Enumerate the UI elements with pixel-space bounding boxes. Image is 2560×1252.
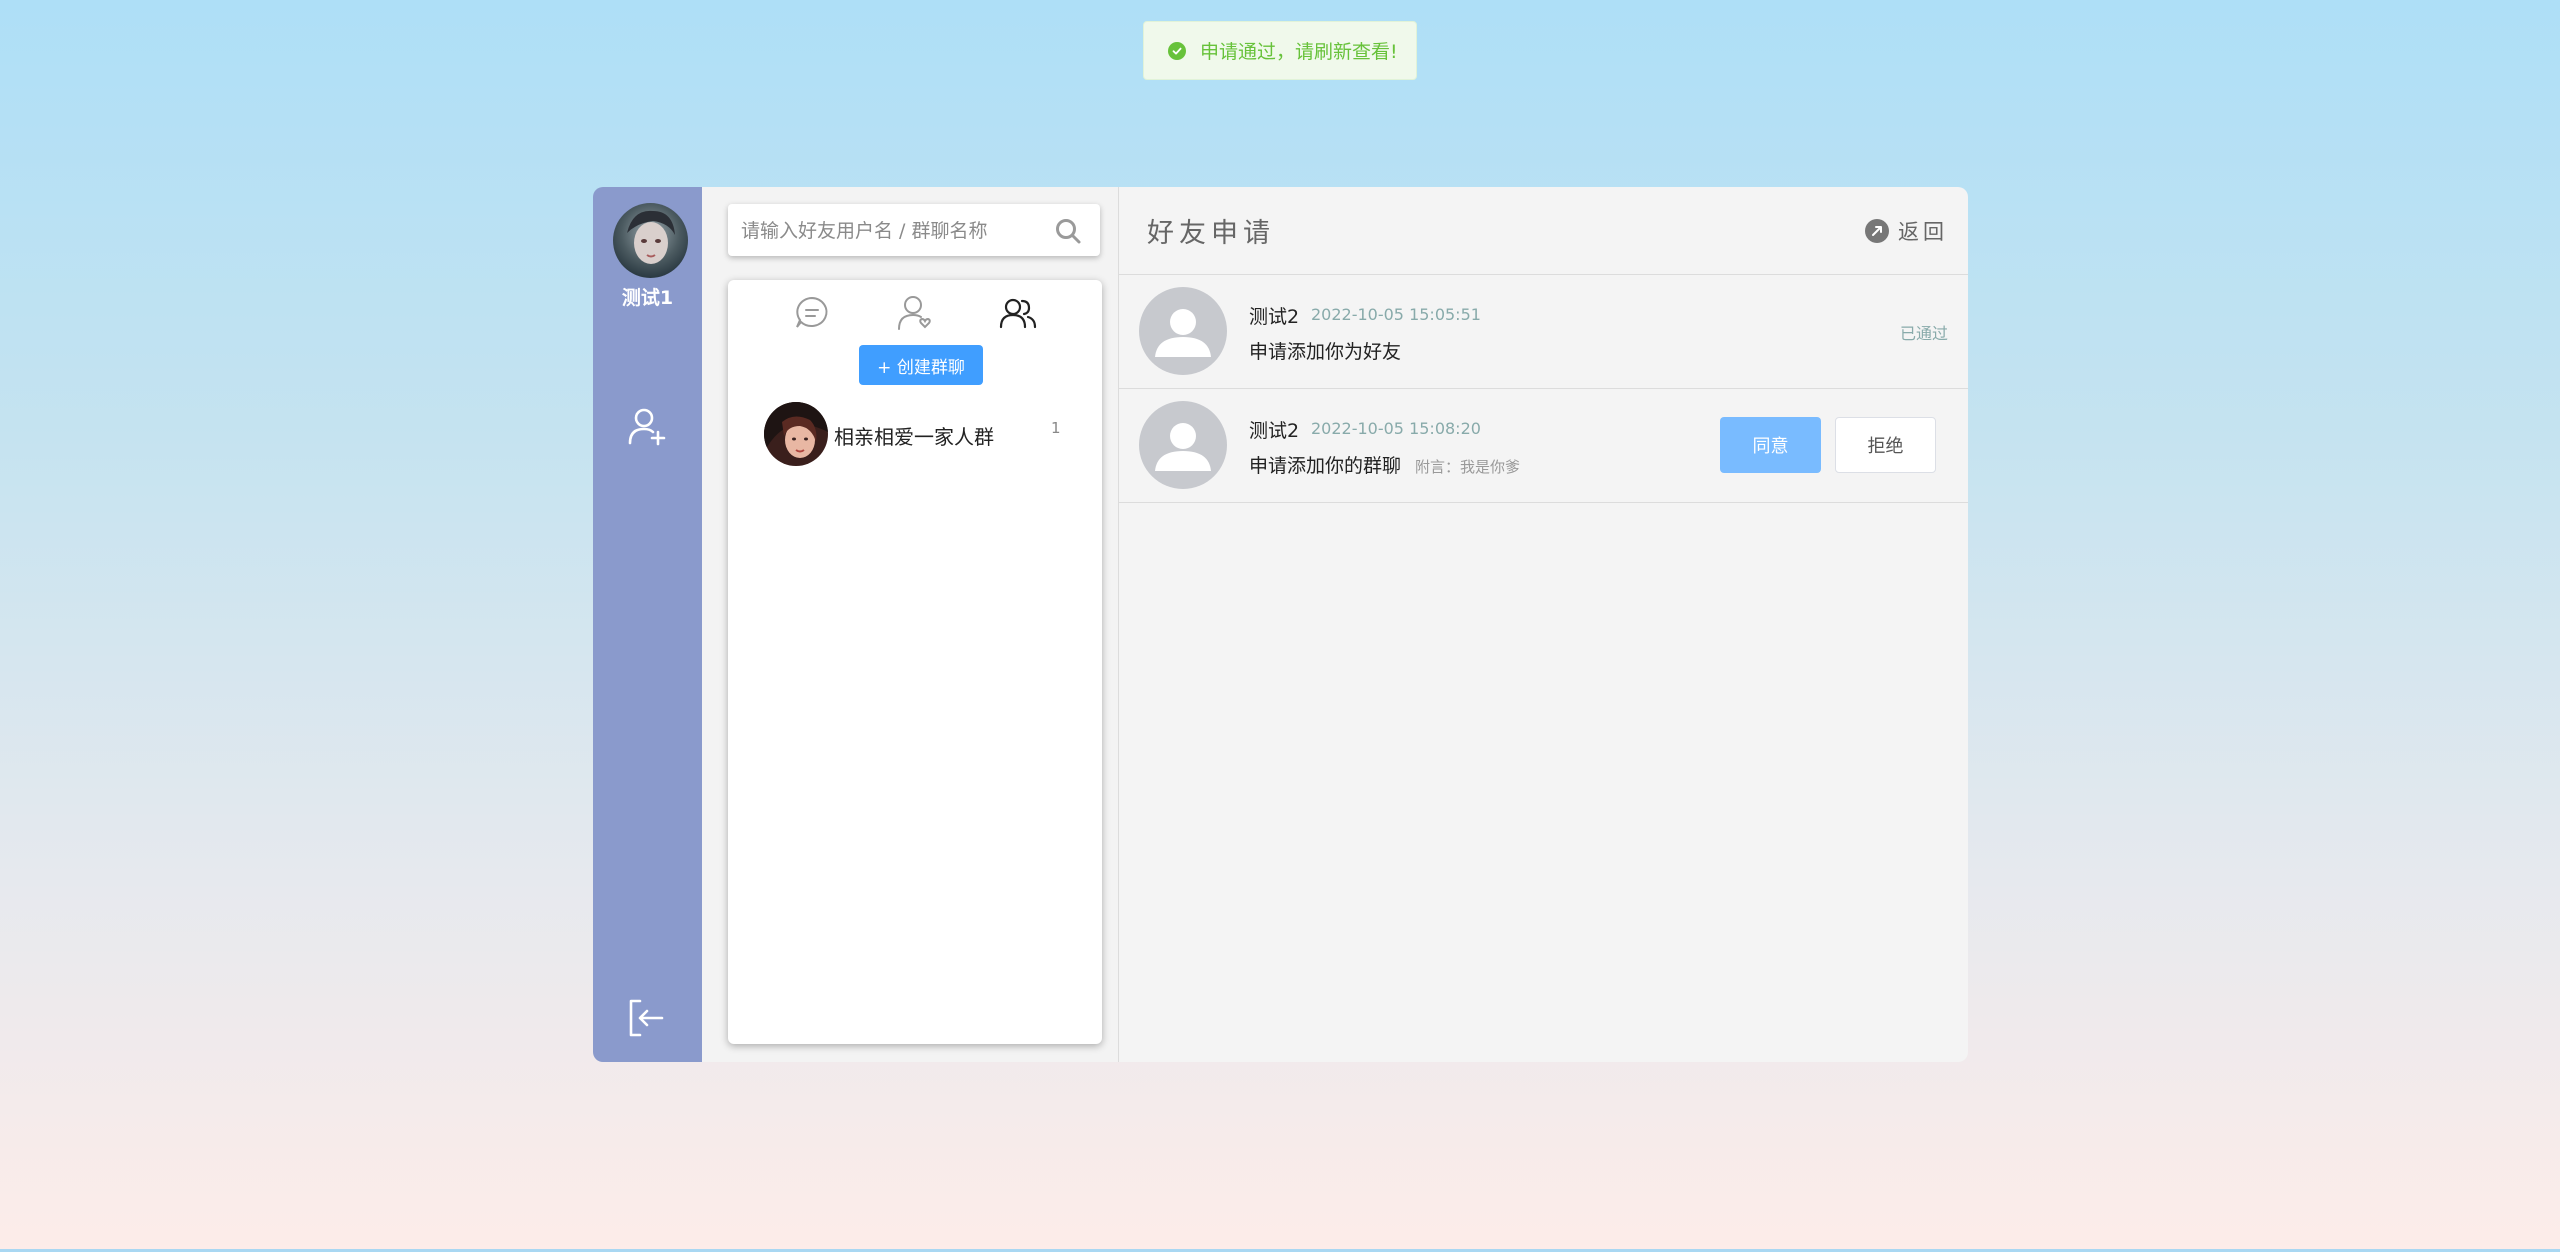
group-name: 相亲相爱一家人群 (834, 425, 994, 449)
default-avatar-icon (1139, 401, 1227, 489)
requester-name: 测试2 (1249, 306, 1300, 328)
requester-name: 测试2 (1249, 420, 1300, 442)
search-icon[interactable] (1054, 217, 1082, 245)
group-unread-count: 1 (1051, 419, 1061, 437)
agree-button[interactable]: 同意 (1720, 417, 1821, 473)
request-message: 申请添加你为好友 (1249, 341, 1402, 363)
detail-header: 好友申请 返回 (1119, 187, 1968, 275)
request-time: 2022-10-05 15:05:51 (1311, 305, 1481, 324)
user-name: 测试1 (621, 287, 674, 309)
success-toast: 申请通过，请刷新查看! (1143, 21, 1417, 80)
request-note: 附言：我是你爹 (1415, 458, 1521, 476)
reject-button[interactable]: 拒绝 (1835, 417, 1936, 473)
back-button[interactable]: 返回 (1865, 216, 1948, 246)
back-arrow-icon (1865, 219, 1889, 243)
page-title: 好友申请 (1147, 218, 1275, 249)
request-time: 2022-10-05 15:08:20 (1311, 419, 1481, 438)
list-card: + 创建群聊 相亲相爱一家人群 1 (728, 280, 1102, 1044)
request-status: 已通过 (1899, 324, 1948, 343)
chat-bubble-icon[interactable] (792, 293, 832, 333)
group-list-item[interactable]: 相亲相爱一家人群 1 (728, 397, 1102, 473)
chat-app-window: 测试1 请输入好友用户名 / 群聊名称 + 创建群聊 相亲相爱一家人群 1 好友… (593, 187, 1968, 1062)
create-group-button[interactable]: + 创建群聊 (859, 345, 983, 385)
default-avatar-icon (1139, 287, 1227, 375)
search-input[interactable] (728, 204, 1043, 258)
request-row: 测试2 2022-10-05 15:08:20 申请添加你的群聊 附言：我是你爹 … (1119, 389, 1968, 503)
groups-icon[interactable] (998, 293, 1038, 333)
request-row: 测试2 2022-10-05 15:05:51 申请添加你为好友 已通过 (1119, 275, 1968, 389)
contacts-icon[interactable] (895, 293, 935, 333)
request-message-text: 申请添加你的群聊 (1249, 455, 1402, 477)
group-avatar (764, 402, 828, 466)
toast-message: 申请通过，请刷新查看! (1200, 41, 1398, 63)
check-circle-icon (1168, 41, 1186, 60)
add-user-icon[interactable] (626, 405, 668, 447)
friend-request-panel: 好友申请 返回 测试2 2022-10-05 15:05:51 申请添加你为好友 (1119, 187, 1968, 1062)
sidebar: 测试1 (593, 187, 702, 1062)
search-bar (728, 204, 1100, 258)
logout-icon[interactable] (626, 997, 668, 1039)
back-label: 返回 (1898, 220, 1948, 244)
user-avatar[interactable] (613, 203, 688, 278)
conversation-list-panel: + 创建群聊 相亲相爱一家人群 1 (702, 187, 1119, 1062)
request-message: 申请添加你的群聊 附言：我是你爹 (1249, 451, 1520, 478)
